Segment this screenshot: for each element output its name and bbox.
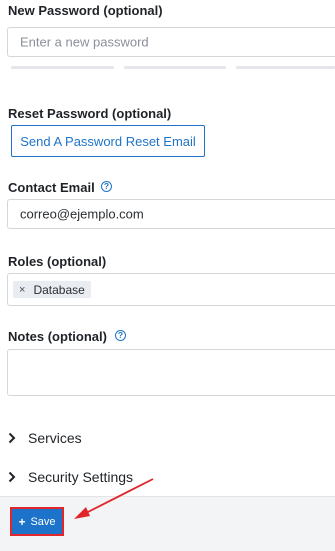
chevron-right-icon — [8, 432, 16, 444]
new-password-input[interactable]: Enter a new password — [7, 27, 335, 57]
role-tag-database: × Database — [13, 281, 91, 298]
new-password-label: New Password (optional) — [8, 3, 163, 18]
notes-label: Notes (optional) — [8, 329, 107, 344]
security-settings-section-toggle[interactable]: Security Settings — [8, 466, 133, 488]
services-section-label: Services — [28, 430, 82, 446]
plus-icon: + — [18, 514, 26, 529]
roles-label: Roles (optional) — [8, 254, 107, 269]
save-button[interactable]: + Save — [10, 507, 64, 536]
notes-textarea[interactable] — [7, 349, 335, 396]
contact-email-input[interactable]: correo@ejemplo.com — [7, 199, 335, 229]
role-tag-label: Database — [33, 282, 85, 297]
security-settings-section-label: Security Settings — [28, 469, 134, 485]
help-icon[interactable]: ? — [101, 181, 112, 192]
password-strength-segment-3 — [236, 66, 335, 69]
save-button-label: Save — [30, 515, 56, 528]
new-password-placeholder: Enter a new password — [20, 34, 149, 50]
help-icon[interactable]: ? — [115, 330, 126, 341]
send-password-reset-email-button[interactable]: Send A Password Reset Email — [11, 125, 205, 157]
chevron-right-icon — [8, 471, 16, 483]
remove-tag-icon[interactable]: × — [19, 284, 25, 296]
reset-password-label: Reset Password (optional) — [8, 106, 172, 121]
password-strength-segment-1 — [11, 66, 114, 69]
contact-email-value: correo@ejemplo.com — [20, 206, 144, 222]
contact-email-label: Contact Email — [8, 180, 95, 195]
services-section-toggle[interactable]: Services — [8, 427, 82, 449]
password-strength-segment-2 — [124, 66, 226, 69]
